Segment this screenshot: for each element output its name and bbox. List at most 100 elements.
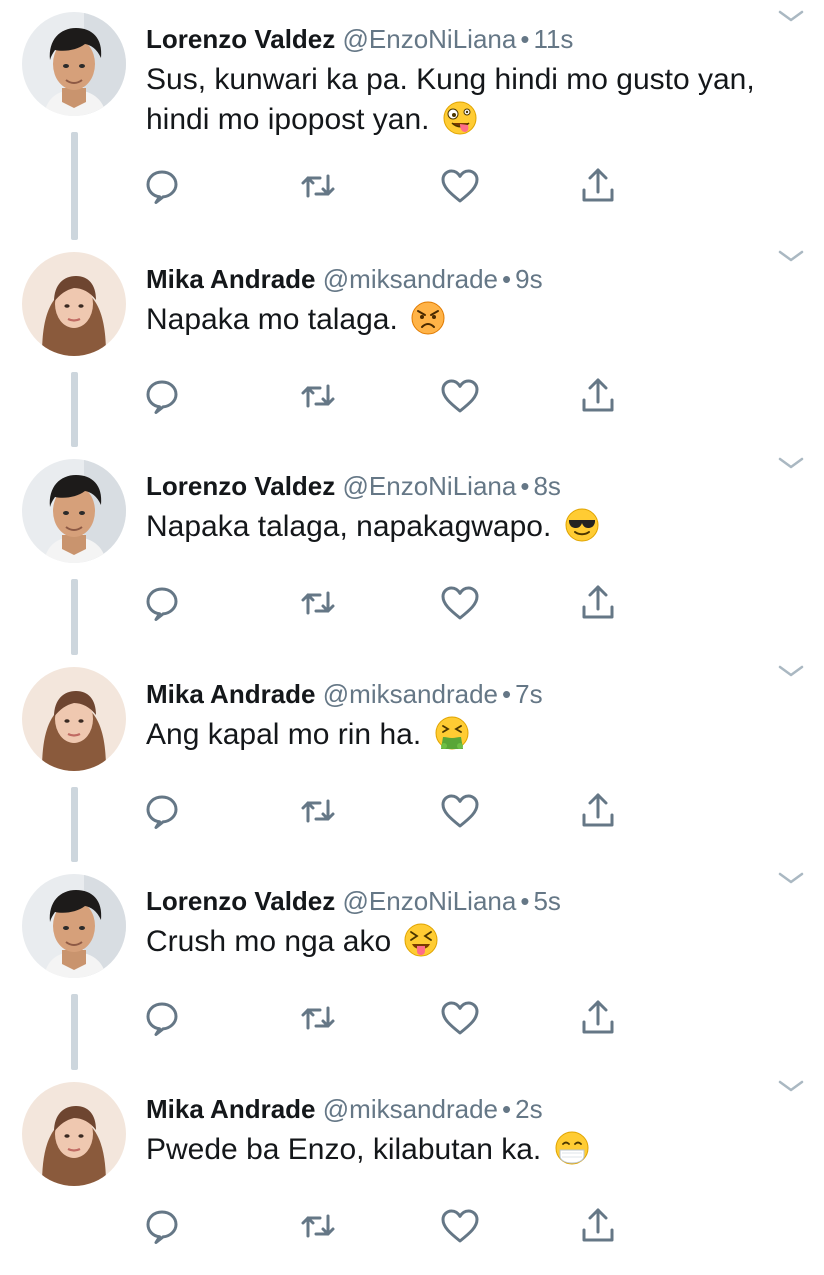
retweet-button[interactable] <box>296 164 340 208</box>
author-name[interactable]: Mika Andrade <box>146 1094 316 1124</box>
chevron-down-icon[interactable] <box>776 1074 806 1098</box>
share-button[interactable] <box>576 1204 620 1248</box>
tweet-text: Sus, kunwari ka pa. Kung hindi mo gusto … <box>146 60 766 140</box>
tweet-body: Crush mo nga ako <box>146 925 392 958</box>
share-icon <box>576 1204 620 1248</box>
retweet-button[interactable] <box>296 1204 340 1248</box>
reply-button[interactable] <box>140 1204 184 1248</box>
author-handle[interactable]: @miksandrade <box>323 264 498 294</box>
separator-dot: • <box>502 264 512 294</box>
share-icon <box>576 996 620 1040</box>
avatar-lorenzo <box>22 12 126 116</box>
avatar-lorenzo[interactable] <box>22 12 126 116</box>
chevron-down-icon[interactable] <box>776 244 806 268</box>
like-button[interactable] <box>438 581 482 625</box>
tweet-actions <box>140 1204 660 1248</box>
avatar-lorenzo[interactable] <box>22 874 126 978</box>
reply-button[interactable] <box>140 581 184 625</box>
author-handle[interactable]: @EnzoNiLiana <box>343 886 517 916</box>
separator-dot: • <box>520 24 530 54</box>
heart-icon <box>438 789 482 833</box>
tweet-actions <box>140 996 660 1040</box>
chevron-down-icon[interactable] <box>776 4 806 28</box>
reply-icon <box>140 1204 184 1248</box>
chevron-down-icon[interactable] <box>776 659 806 683</box>
tweet[interactable]: Lorenzo Valdez @EnzoNiLiana • 11s Sus, kunw… <box>0 0 824 240</box>
retweet-icon <box>296 581 340 625</box>
share-button[interactable] <box>576 789 620 833</box>
retweet-icon <box>296 996 340 1040</box>
avatar-lorenzo[interactable] <box>22 459 126 563</box>
reply-icon <box>140 164 184 208</box>
tweet[interactable]: Mika Andrade @miksandrade • 2s Pwede ba Enz… <box>0 1070 824 1275</box>
retweet-icon <box>296 1204 340 1248</box>
retweet-button[interactable] <box>296 996 340 1040</box>
timestamp[interactable]: 2s <box>515 1094 542 1124</box>
thread-conversation: Lorenzo Valdez @EnzoNiLiana • 11s Sus, kunw… <box>0 0 824 1244</box>
timestamp[interactable]: 7s <box>515 679 542 709</box>
reply-button[interactable] <box>140 164 184 208</box>
avatar-mika[interactable] <box>22 252 126 356</box>
tweet[interactable]: Mika Andrade @miksandrade • 7s Ang kapal mo… <box>0 655 824 862</box>
heart-icon <box>438 1204 482 1248</box>
avatar-mika[interactable] <box>22 1082 126 1186</box>
avatar-mika <box>22 667 126 771</box>
tweet-body: Napaka talaga, napakagwapo. <box>146 510 552 543</box>
tweet-body: Ang kapal mo rin ha. <box>146 718 422 751</box>
chevron-down-icon[interactable] <box>776 866 806 890</box>
avatar-mika <box>22 252 126 356</box>
avatar-lorenzo <box>22 874 126 978</box>
chevron-down-icon[interactable] <box>776 451 806 475</box>
tweet-text: Ang kapal mo rin ha. <box>146 715 766 755</box>
like-button[interactable] <box>438 164 482 208</box>
reply-icon <box>140 374 184 418</box>
author-name[interactable]: Lorenzo Valdez <box>146 24 335 54</box>
like-button[interactable] <box>438 1204 482 1248</box>
reply-button[interactable] <box>140 374 184 418</box>
like-button[interactable] <box>438 374 482 418</box>
reply-button[interactable] <box>140 996 184 1040</box>
like-button[interactable] <box>438 996 482 1040</box>
author-handle[interactable]: @miksandrade <box>323 679 498 709</box>
tweet-actions <box>140 581 660 625</box>
tweet-text: Pwede ba Enzo, kilabutan ka. <box>146 1130 766 1170</box>
author-name[interactable]: Lorenzo Valdez <box>146 471 335 501</box>
like-button[interactable] <box>438 789 482 833</box>
share-icon <box>576 164 620 208</box>
share-button[interactable] <box>576 164 620 208</box>
retweet-icon <box>296 374 340 418</box>
tweet[interactable]: Lorenzo Valdez @EnzoNiLiana • 5s Crush mo n… <box>0 862 824 1070</box>
tweet-actions <box>140 164 660 208</box>
reply-button[interactable] <box>140 789 184 833</box>
author-handle[interactable]: @EnzoNiLiana <box>343 471 517 501</box>
share-icon <box>576 581 620 625</box>
retweet-button[interactable] <box>296 374 340 418</box>
author-name[interactable]: Lorenzo Valdez <box>146 886 335 916</box>
separator-dot: • <box>520 886 530 916</box>
timestamp[interactable]: 11s <box>533 24 573 54</box>
timestamp[interactable]: 8s <box>533 471 560 501</box>
tweet[interactable]: Lorenzo Valdez @EnzoNiLiana • 8s Napaka tal… <box>0 447 824 655</box>
sunglasses-face-emoji <box>564 507 600 543</box>
avatar-mika[interactable] <box>22 667 126 771</box>
avatar-mika <box>22 1082 126 1186</box>
share-button[interactable] <box>576 996 620 1040</box>
share-button[interactable] <box>576 581 620 625</box>
author-handle[interactable]: @miksandrade <box>323 1094 498 1124</box>
heart-icon <box>438 164 482 208</box>
timestamp[interactable]: 5s <box>533 886 560 916</box>
retweet-button[interactable] <box>296 581 340 625</box>
share-icon <box>576 374 620 418</box>
retweet-button[interactable] <box>296 789 340 833</box>
tweet[interactable]: Mika Andrade @miksandrade • 9s Napaka mo ta… <box>0 240 824 447</box>
tweet-header: Mika Andrade @miksandrade • 9s <box>146 262 543 296</box>
vomiting-face-emoji <box>434 715 470 751</box>
author-name[interactable]: Mika Andrade <box>146 679 316 709</box>
timestamp[interactable]: 9s <box>515 264 542 294</box>
author-name[interactable]: Mika Andrade <box>146 264 316 294</box>
share-button[interactable] <box>576 374 620 418</box>
share-icon <box>576 789 620 833</box>
reply-icon <box>140 581 184 625</box>
retweet-icon <box>296 789 340 833</box>
author-handle[interactable]: @EnzoNiLiana <box>343 24 517 54</box>
